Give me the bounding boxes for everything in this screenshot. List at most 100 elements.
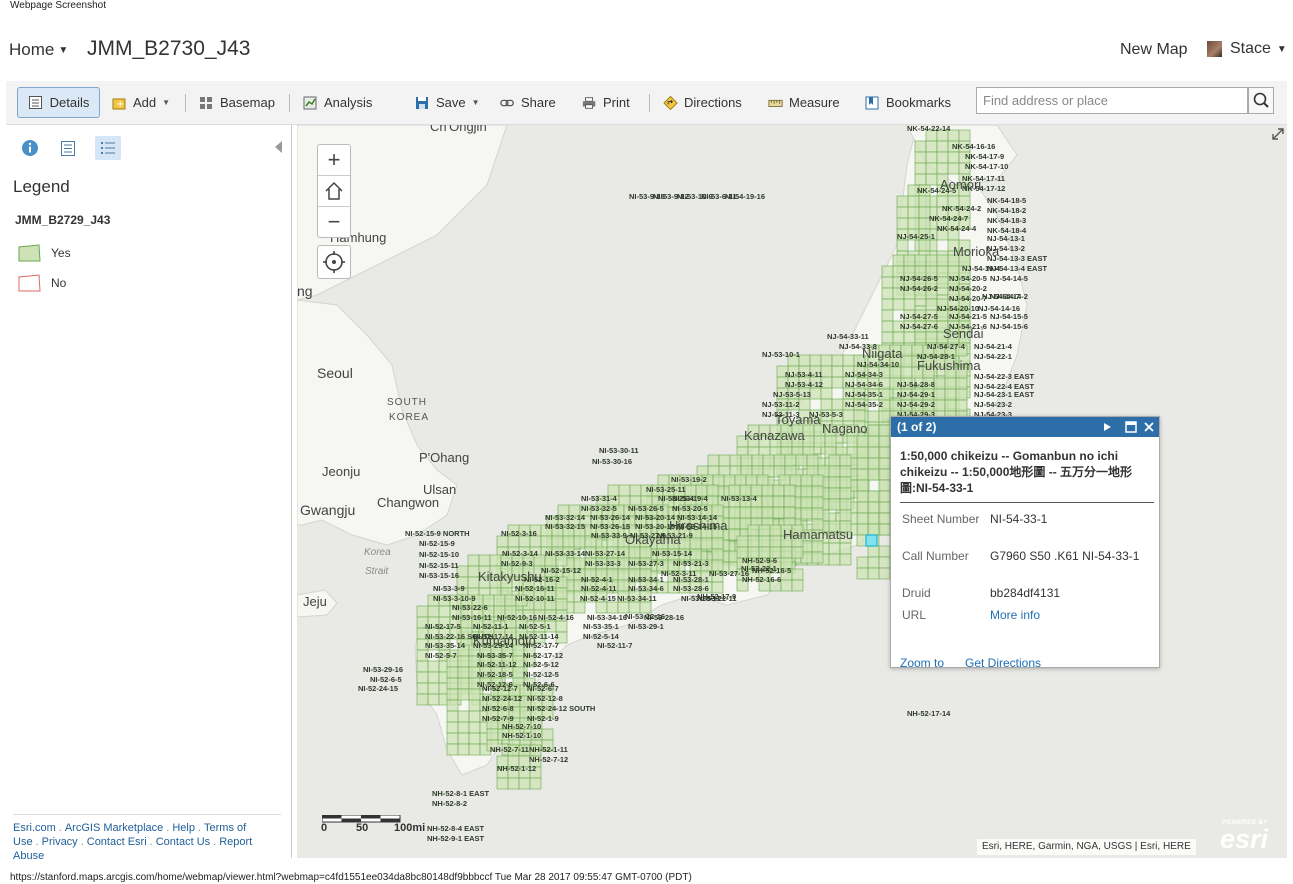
sheet-cell[interactable] <box>551 535 564 548</box>
sheet-cell[interactable] <box>740 454 753 467</box>
sheet-cell[interactable] <box>761 484 774 497</box>
user-menu[interactable]: Stace ▼ <box>1207 40 1287 58</box>
sheet-cell[interactable] <box>555 587 568 600</box>
sheet-cell[interactable] <box>944 399 957 412</box>
sheet-cell[interactable] <box>828 476 841 489</box>
sheet-cell[interactable] <box>856 501 869 514</box>
sheet-cell[interactable] <box>446 688 459 701</box>
details-button[interactable]: Details <box>17 87 100 118</box>
sheet-cell[interactable] <box>856 512 869 525</box>
sheet-cell[interactable] <box>486 728 499 741</box>
sheet-cell[interactable] <box>811 551 824 564</box>
sheet-cell[interactable] <box>707 454 720 467</box>
sheet-cell[interactable] <box>756 474 769 487</box>
sheet-cell[interactable] <box>878 468 891 481</box>
sheet-cell[interactable] <box>881 320 894 333</box>
sheet-cell[interactable] <box>907 195 920 208</box>
sheet-cell[interactable] <box>878 490 891 503</box>
sheet-cell[interactable] <box>856 523 869 536</box>
sheet-cell[interactable] <box>842 409 855 422</box>
sheet-cell[interactable] <box>800 474 813 487</box>
sheet-cell[interactable] <box>881 265 894 278</box>
sheet-cell[interactable] <box>628 546 641 559</box>
sheet-cell[interactable] <box>947 162 960 175</box>
sheet-cell[interactable] <box>900 366 913 379</box>
zoom-out-button[interactable]: − <box>318 207 350 237</box>
sheet-cell[interactable] <box>723 474 736 487</box>
sheet-cell[interactable] <box>555 598 568 611</box>
sheet-cell[interactable] <box>750 506 763 519</box>
sheet-cell[interactable] <box>457 666 470 679</box>
sheet-cell[interactable] <box>831 365 844 378</box>
analysis-button[interactable]: Analysis <box>303 81 372 124</box>
bookmarks-button[interactable]: Bookmarks <box>865 81 951 124</box>
sheet-cell[interactable] <box>867 556 880 569</box>
sheet-cell[interactable] <box>925 140 938 153</box>
selected-sheet-cell[interactable] <box>865 534 878 547</box>
directions-button[interactable]: Directions <box>663 81 742 124</box>
home-menu[interactable]: Home ▼ <box>9 40 68 60</box>
sheet-cell[interactable] <box>809 354 822 367</box>
sheet-cell[interactable] <box>839 509 852 522</box>
sheet-cell[interactable] <box>914 140 927 153</box>
sheet-cell[interactable] <box>903 331 916 344</box>
expand-map-icon[interactable] <box>1271 127 1285 141</box>
sheet-cell[interactable] <box>467 554 480 567</box>
sheet-cell[interactable] <box>457 710 470 723</box>
sheet-cell[interactable] <box>856 567 869 580</box>
sheet-cell[interactable] <box>784 454 797 467</box>
sheet-cell[interactable] <box>892 298 905 311</box>
sheet-cell[interactable] <box>856 446 869 459</box>
sheet-cell[interactable] <box>809 387 822 400</box>
sheet-cell[interactable] <box>468 699 481 712</box>
get-directions-link[interactable]: Get Directions <box>965 656 1041 670</box>
sheet-cell[interactable] <box>878 457 891 470</box>
sheet-cell[interactable] <box>493 594 506 607</box>
sheet-cell[interactable] <box>867 435 880 448</box>
sheet-cell[interactable] <box>878 556 891 569</box>
print-button[interactable]: Print <box>582 81 630 124</box>
sheet-cell[interactable] <box>867 490 880 503</box>
sheet-cell[interactable] <box>896 195 909 208</box>
footer-link-help[interactable]: Help <box>172 822 195 834</box>
sheet-cell[interactable] <box>842 354 855 367</box>
sheet-cell[interactable] <box>878 501 891 514</box>
sheet-cell[interactable] <box>867 567 880 580</box>
sheet-cell[interactable] <box>936 254 949 267</box>
sheet-cell[interactable] <box>747 535 760 548</box>
sheet-cell[interactable] <box>700 537 713 550</box>
sheet-cell[interactable] <box>878 512 891 525</box>
sheet-cell[interactable] <box>806 454 819 467</box>
sheet-cell[interactable] <box>800 485 813 498</box>
sheet-cell[interactable] <box>457 688 470 701</box>
sheet-cell[interactable] <box>457 743 470 756</box>
sheet-cell[interactable] <box>618 484 631 497</box>
sheet-cell[interactable] <box>846 435 859 448</box>
sheet-cell[interactable] <box>839 553 852 566</box>
sheet-cell[interactable] <box>791 568 804 581</box>
sheet-cell[interactable] <box>947 151 960 164</box>
sheet-cell[interactable] <box>820 387 833 400</box>
sheet-cell[interactable] <box>773 454 786 467</box>
sheet-cell[interactable] <box>800 507 813 520</box>
esri-logo[interactable]: POWERED BY esri <box>1220 818 1280 854</box>
sheet-cell[interactable] <box>856 479 869 492</box>
sheet-cell[interactable] <box>595 601 608 614</box>
search-input[interactable] <box>976 87 1248 114</box>
sheet-cell[interactable] <box>820 354 833 367</box>
sheet-cell[interactable] <box>900 355 913 368</box>
sheet-cell[interactable] <box>896 217 909 230</box>
sheet-cell[interactable] <box>881 276 894 289</box>
sheet-cell[interactable] <box>914 173 927 186</box>
sheet-cell[interactable] <box>507 777 520 790</box>
sheet-cell[interactable] <box>457 721 470 734</box>
sheet-cell[interactable] <box>791 546 804 559</box>
sheet-cell[interactable] <box>729 454 742 467</box>
sheet-cell[interactable] <box>828 542 841 555</box>
sheet-cell[interactable] <box>820 398 833 411</box>
sheet-cell[interactable] <box>772 484 785 497</box>
sheet-cell[interactable] <box>789 474 802 487</box>
sheet-cell[interactable] <box>416 605 429 618</box>
sheet-cell[interactable] <box>831 376 844 389</box>
sheet-cell[interactable] <box>867 446 880 459</box>
